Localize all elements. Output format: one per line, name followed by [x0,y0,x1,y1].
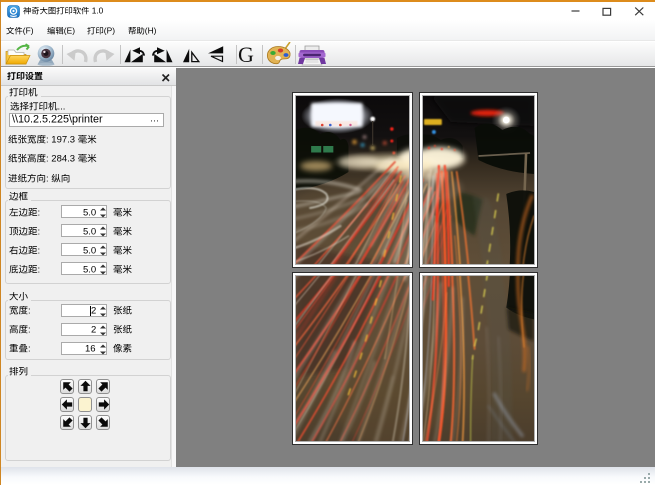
svg-text::: : [38,246,41,257]
svg-text::: : [28,325,31,336]
svg-text::: : [38,227,41,238]
svg-text::: : [46,135,49,146]
svg-text:...: ... [150,113,159,125]
svg-text:5.0: 5.0 [83,246,96,257]
svg-text:2: 2 [91,325,96,336]
svg-text:\\10.2.5.225\printer: \\10.2.5.225\printer [12,114,103,126]
svg-text:(H): (H) [145,27,157,36]
svg-text:5.0: 5.0 [83,208,96,219]
svg-text:(F): (F) [23,27,34,36]
svg-text::: : [38,208,41,219]
svg-text:G: G [238,42,254,67]
svg-text:16: 16 [85,344,96,355]
svg-text:2: 2 [91,306,96,317]
svg-text:5.0: 5.0 [83,265,96,276]
svg-text::: : [38,265,41,276]
svg-text:...: ... [57,102,65,113]
svg-text:197.3: 197.3 [51,135,75,146]
svg-text::: : [28,344,31,355]
svg-text:284.3: 284.3 [51,154,75,165]
svg-text:(E): (E) [64,27,75,36]
svg-text::: : [46,174,49,185]
svg-text:(P): (P) [104,27,115,36]
svg-text:5.0: 5.0 [83,227,96,238]
svg-text::: : [46,154,49,165]
svg-text:1.0: 1.0 [92,7,104,16]
svg-text::: : [28,306,31,317]
